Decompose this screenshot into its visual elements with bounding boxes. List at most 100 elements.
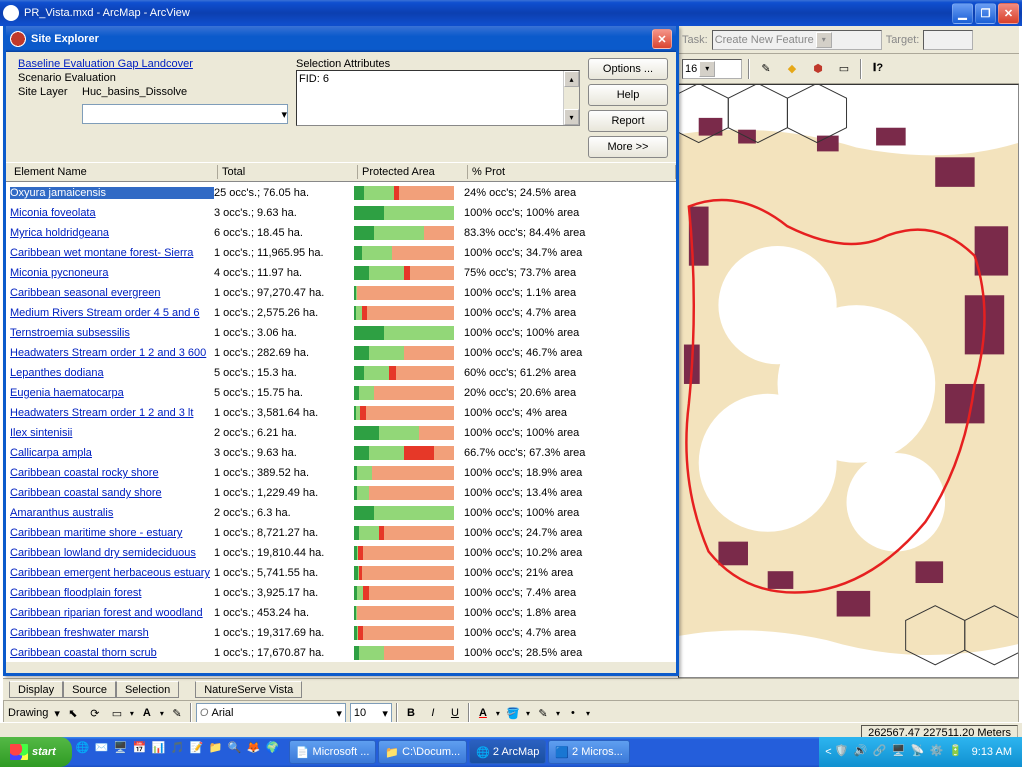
chevron-down-icon[interactable]: ▾: [699, 61, 715, 77]
window-icon[interactable]: ▭: [834, 59, 854, 79]
table-row[interactable]: Miconia foveolata3 occ's.; 9.63 ha.100% …: [6, 203, 676, 223]
table-row[interactable]: Miconia pycnoneura4 occ's.; 11.97 ha.75%…: [6, 263, 676, 283]
element-link[interactable]: Caribbean floodplain forest: [10, 587, 214, 599]
tray-icon[interactable]: 🖥️: [892, 744, 908, 760]
quick-launch-icon[interactable]: 🔍: [228, 741, 246, 763]
start-button[interactable]: start: [0, 737, 72, 767]
quick-launch-icon[interactable]: 🌍: [266, 741, 284, 763]
element-link[interactable]: Myrica holdridgeana: [10, 227, 214, 239]
font-size-combo[interactable]: 10 ▾: [350, 703, 392, 723]
rectangle-tool-icon[interactable]: ▭: [108, 704, 126, 722]
catalog-icon[interactable]: ◆: [782, 59, 802, 79]
chevron-down-icon[interactable]: ▾: [586, 709, 590, 718]
element-link[interactable]: Caribbean coastal sandy shore: [10, 487, 214, 499]
quick-launch-icon[interactable]: 📊: [152, 741, 170, 763]
chevron-down-icon[interactable]: ▾: [281, 108, 287, 121]
taskbar-item[interactable]: 📄Microsoft ...: [289, 740, 377, 764]
element-link[interactable]: Caribbean maritime shore - estuary: [10, 527, 214, 539]
quick-launch-icon[interactable]: 📅: [133, 741, 151, 763]
tab-display[interactable]: Display: [9, 681, 63, 698]
element-link[interactable]: Amaranthus australis: [10, 507, 214, 519]
chevron-down-icon[interactable]: ▾: [382, 707, 388, 720]
table-row[interactable]: Caribbean lowland dry semideciduous1 occ…: [6, 543, 676, 563]
underline-button[interactable]: U: [446, 704, 464, 722]
quick-launch-icon[interactable]: 🌐: [76, 741, 94, 763]
table-row[interactable]: Caribbean wet montane forest- Sierra1 oc…: [6, 243, 676, 263]
chevron-down-icon[interactable]: ▾: [816, 32, 832, 48]
restore-button[interactable]: ❐: [975, 3, 996, 24]
element-link[interactable]: Headwaters Stream order 1 2 and 3 lt: [10, 407, 214, 419]
report-button[interactable]: Report: [588, 110, 668, 132]
tray-icon[interactable]: 🔗: [873, 744, 889, 760]
more-button[interactable]: More >>: [588, 136, 668, 158]
table-row[interactable]: Caribbean riparian forest and woodland1 …: [6, 603, 676, 623]
chevron-down-icon[interactable]: ▾: [556, 709, 560, 718]
scroll-down-icon[interactable]: ▾: [564, 109, 579, 125]
pointer-tool-icon[interactable]: ⬉: [64, 704, 82, 722]
table-row[interactable]: Myrica holdridgeana6 occ's.; 18.45 ha.83…: [6, 223, 676, 243]
taskbar-item[interactable]: 📁C:\Docum...: [378, 740, 467, 764]
help-icon[interactable]: 𝐈?: [868, 59, 888, 79]
edit-tool-icon[interactable]: ✎: [168, 704, 186, 722]
tab-natureserve-vista[interactable]: NatureServe Vista: [195, 681, 302, 698]
map-canvas[interactable]: [678, 84, 1019, 678]
editor-tool-icon[interactable]: ✎: [756, 59, 776, 79]
quick-launch-icon[interactable]: 📁: [209, 741, 227, 763]
element-link[interactable]: Caribbean freshwater marsh: [10, 627, 214, 639]
element-link[interactable]: Caribbean wet montane forest- Sierra: [10, 247, 214, 259]
table-row[interactable]: Medium Rivers Stream order 4 5 and 61 oc…: [6, 303, 676, 323]
clock[interactable]: 9:13 AM: [968, 746, 1016, 758]
chevron-down-icon[interactable]: ▾: [496, 709, 500, 718]
marker-color-button[interactable]: •: [564, 704, 582, 722]
dialog-close-button[interactable]: ✕: [652, 29, 672, 49]
grid-body[interactable]: Oxyura jamaicensis25 occ's.; 76.05 ha.24…: [6, 182, 676, 662]
options-button[interactable]: Options ...: [588, 58, 668, 80]
col-percent-prot[interactable]: % Prot: [468, 165, 676, 179]
element-link[interactable]: Ternstroemia subsessilis: [10, 327, 214, 339]
textarea-scrollbar[interactable]: ▴ ▾: [563, 71, 579, 125]
help-button[interactable]: Help: [588, 84, 668, 106]
quick-launch-icon[interactable]: ✉️: [95, 741, 113, 763]
line-color-button[interactable]: ✎: [534, 704, 552, 722]
element-link[interactable]: Headwaters Stream order 1 2 and 3 600: [10, 347, 214, 359]
element-link[interactable]: Caribbean lowland dry semideciduous: [10, 547, 214, 559]
taskbar-item[interactable]: 🟦2 Micros...: [548, 740, 629, 764]
table-row[interactable]: Caribbean coastal sandy shore1 occ's.; 1…: [6, 483, 676, 503]
rotate-icon[interactable]: ⟳: [86, 704, 104, 722]
element-link[interactable]: Miconia foveolata: [10, 207, 214, 219]
size-combo[interactable]: 16 ▾: [682, 59, 742, 79]
italic-button[interactable]: I: [424, 704, 442, 722]
element-link[interactable]: Caribbean coastal thorn scrub: [10, 647, 214, 659]
element-link[interactable]: Caribbean riparian forest and woodland: [10, 607, 214, 619]
quick-launch-icon[interactable]: 📝: [190, 741, 208, 763]
font-combo[interactable]: O Arial ▾: [196, 703, 346, 723]
table-row[interactable]: Caribbean coastal thorn scrub1 occ's.; 1…: [6, 643, 676, 662]
task-combo[interactable]: Create New Feature ▾: [712, 30, 882, 50]
font-color-button[interactable]: A: [474, 704, 492, 722]
table-row[interactable]: Oxyura jamaicensis25 occ's.; 76.05 ha.24…: [6, 183, 676, 203]
table-row[interactable]: Caribbean coastal rocky shore1 occ's.; 3…: [6, 463, 676, 483]
fill-color-button[interactable]: 🪣: [504, 704, 522, 722]
table-row[interactable]: Callicarpa ampla3 occ's.; 9.63 ha.66.7% …: [6, 443, 676, 463]
table-row[interactable]: Lepanthes dodiana5 occ's.; 15.3 ha.60% o…: [6, 363, 676, 383]
table-row[interactable]: Eugenia haematocarpa5 occ's.; 15.75 ha.2…: [6, 383, 676, 403]
tray-chevron-icon[interactable]: <: [825, 746, 831, 758]
tray-icon[interactable]: 📡: [911, 744, 927, 760]
col-protected-area[interactable]: Protected Area: [358, 165, 468, 179]
table-row[interactable]: Headwaters Stream order 1 2 and 3 lt1 oc…: [6, 403, 676, 423]
bold-button[interactable]: B: [402, 704, 420, 722]
element-link[interactable]: Eugenia haematocarpa: [10, 387, 214, 399]
site-layer-combo[interactable]: ▾: [82, 104, 288, 124]
col-element-name[interactable]: Element Name: [10, 165, 218, 179]
table-row[interactable]: Ilex sintenisii2 occ's.; 6.21 ha.100% oc…: [6, 423, 676, 443]
tray-icon[interactable]: 🛡️: [835, 744, 851, 760]
scroll-up-icon[interactable]: ▴: [564, 71, 579, 87]
table-row[interactable]: Caribbean floodplain forest1 occ's.; 3,9…: [6, 583, 676, 603]
table-row[interactable]: Caribbean seasonal evergreen1 occ's.; 97…: [6, 283, 676, 303]
text-tool-icon[interactable]: A: [138, 704, 156, 722]
chevron-down-icon[interactable]: ▾: [130, 709, 134, 718]
quick-launch-icon[interactable]: 🖥️: [114, 741, 132, 763]
element-link[interactable]: Medium Rivers Stream order 4 5 and 6: [10, 307, 214, 319]
table-row[interactable]: Headwaters Stream order 1 2 and 3 6001 o…: [6, 343, 676, 363]
toolbox-icon[interactable]: ⬢: [808, 59, 828, 79]
